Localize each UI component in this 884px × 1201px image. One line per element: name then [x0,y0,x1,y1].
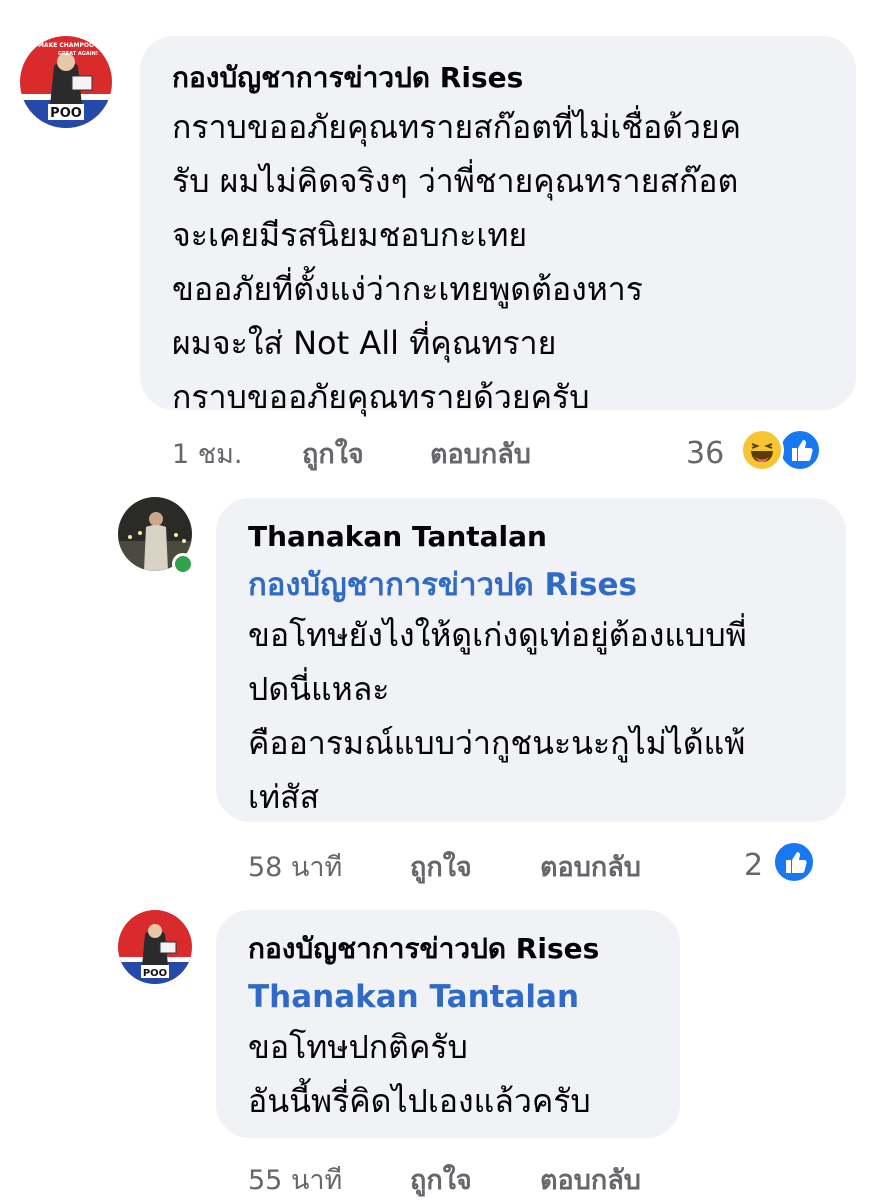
comment-time[interactable]: 55 นาที [248,1158,342,1201]
comment-time[interactable]: 1 ชม. [172,432,242,475]
avatar[interactable]: POO MAKE CHAMPOO GREAT AGAIN! [20,36,112,128]
reaction-icons[interactable] [738,428,828,472]
comment-text-line: ขอโทษปกติครับ [248,1028,468,1066]
comment-text-line: จะเคยมีรสนิยมชอบกะเทย [172,216,528,254]
comment-author[interactable]: Thanakan Tantalan [248,518,846,556]
like-button[interactable]: ถูกใจ [302,432,364,475]
mention-link[interactable]: กองบัญชาการข่าวปด Rises [248,562,846,608]
like-button[interactable]: ถูกใจ [410,1158,472,1201]
laugh-emoji-icon [740,428,784,472]
comment-time[interactable]: 58 นาที [248,845,342,888]
avatar-logo-text: POO [143,968,167,979]
comment-actions: 58 นาที ถูกใจ ตอบกลับ [248,845,688,883]
comment-author[interactable]: กองบัญชาการข่าวปด Rises [172,56,856,100]
comment-text-line: อันนี้พรี่คิดไปเองแล้วครับ [248,1082,591,1120]
comment-author[interactable]: กองบัญชาการข่าวปด Rises [248,930,680,968]
mention-link[interactable]: Thanakan Tantalan [248,974,680,1020]
avatar[interactable]: POO [118,910,192,984]
avatar-logo-text: POO [50,106,82,121]
comment-text-line: กราบขออภัยคุณทรายสก๊อตที่ไม่เชื่อด้วยค [172,108,742,146]
avatar-mid-text: GREAT AGAIN! [58,51,98,57]
online-status-icon [172,553,194,575]
haha-icon [778,428,822,472]
reply-button[interactable]: ตอบกลับ [430,432,531,475]
like-reaction-icon[interactable] [772,840,816,884]
comment-text-line: รับ ผมไม่คิดจริงๆ ว่าพี่ชายคุณทรายสก๊อต [172,162,739,200]
comment-actions: 1 ชม. ถูกใจ ตอบกลับ [172,432,592,470]
comment-bubble: กองบัญชาการข่าวปด Rises กราบขออภัยคุณทรา… [140,36,856,416]
reply-button[interactable]: ตอบกลับ [540,1158,641,1201]
comment-text-line: กราบขออภัยคุณทรายด้วยครับ [172,378,590,416]
comment-text-line: เท่สัส [248,778,320,816]
comment-text-line: ปดนี่แหละ [248,670,390,708]
comment-text-line: ขออภัยที่ตั้งแง่ว่ากะเทยพูดต้องหาร [172,270,643,308]
like-button[interactable]: ถูกใจ [410,845,472,888]
comment-bubble: Thanakan Tantalan กองบัญชาการข่าวปด Rise… [216,498,846,822]
comment-text-line: ผมจะใส่ Not All ที่คุณทราย [172,324,557,362]
reaction-count[interactable]: 2 [744,848,763,883]
reply-button[interactable]: ตอบกลับ [540,845,641,888]
reaction-count[interactable]: 36 [686,436,724,471]
avatar-top-text: MAKE CHAMPOO [38,42,94,49]
comment-actions: 55 นาที ถูกใจ ตอบกลับ [248,1158,688,1196]
comment-text-line: ขอโทษยังไงให้ดูเก่งดูเท่อยู่ต้องแบบพี่ [248,616,747,654]
comment-text-line: คืออารมณ์แบบว่ากูชนะนะกูไม่ได้แพ้ [248,724,746,762]
comment-bubble: กองบัญชาการข่าวปด Rises Thanakan Tantala… [216,910,680,1138]
